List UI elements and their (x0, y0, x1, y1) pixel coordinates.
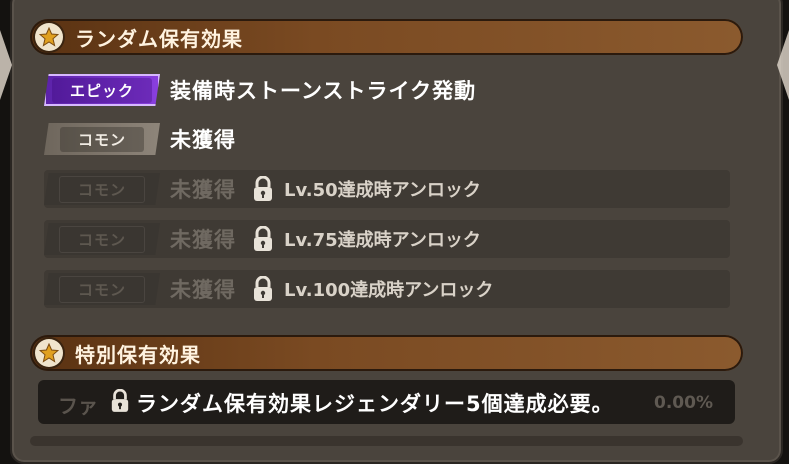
star-icon (35, 23, 63, 51)
unlock-condition: Lv.75達成時アンロック (284, 230, 481, 251)
next-row-edge (30, 436, 743, 446)
lock-icon (252, 276, 274, 302)
locked-overlay: ランダム保有効果レジェンダリー5個達成必要。 (110, 388, 614, 418)
effect-text: 未獲得 (170, 278, 236, 302)
random-effects-header: ランダム保有効果 (30, 19, 743, 55)
special-effect-bar[interactable]: ファ 0.00% ランダム保有効果レジェンダリー5個達成必要。 (38, 380, 735, 424)
effect-row-common[interactable]: コモン 未獲得 (44, 120, 236, 158)
star-icon (35, 339, 63, 367)
effect-text: 未獲得 (170, 128, 236, 152)
lock-icon (110, 388, 130, 417)
effect-row-locked[interactable]: コモン 未獲得 Lv.50達成時アンロック (44, 170, 730, 208)
rarity-tag-common: コモン (44, 123, 160, 155)
section-title: ランダム保有効果 (75, 26, 243, 51)
lock-icon (252, 176, 274, 202)
effect-text: 未獲得 (170, 178, 236, 202)
rarity-tag-common: コモン (44, 223, 160, 255)
special-effects-header: 特別保有効果 (30, 335, 743, 371)
effect-row-locked[interactable]: コモン 未獲得 Lv.100達成時アンロック (44, 270, 730, 308)
effect-row-epic[interactable]: エピック 装備時ストーンストライク発動 (44, 71, 476, 109)
rarity-tag-common: コモン (44, 173, 160, 205)
effect-row-locked[interactable]: コモン 未獲得 Lv.75達成時アンロック (44, 220, 730, 258)
special-effect-percent: 0.00% (654, 393, 713, 413)
requirement-text: ランダム保有効果レジェンダリー5個達成必要。 (136, 392, 614, 416)
unlock-condition: Lv.100達成時アンロック (284, 280, 494, 301)
unlock-condition: Lv.50達成時アンロック (284, 180, 481, 201)
special-effect-label: ファ (58, 394, 98, 418)
lock-icon (252, 226, 274, 252)
effect-text: 未獲得 (170, 228, 236, 252)
rarity-tag-epic: エピック (44, 74, 160, 106)
section-title: 特別保有効果 (75, 342, 201, 367)
effect-text: 装備時ストーンストライク発動 (170, 79, 477, 103)
rarity-tag-common: コモン (44, 273, 160, 305)
